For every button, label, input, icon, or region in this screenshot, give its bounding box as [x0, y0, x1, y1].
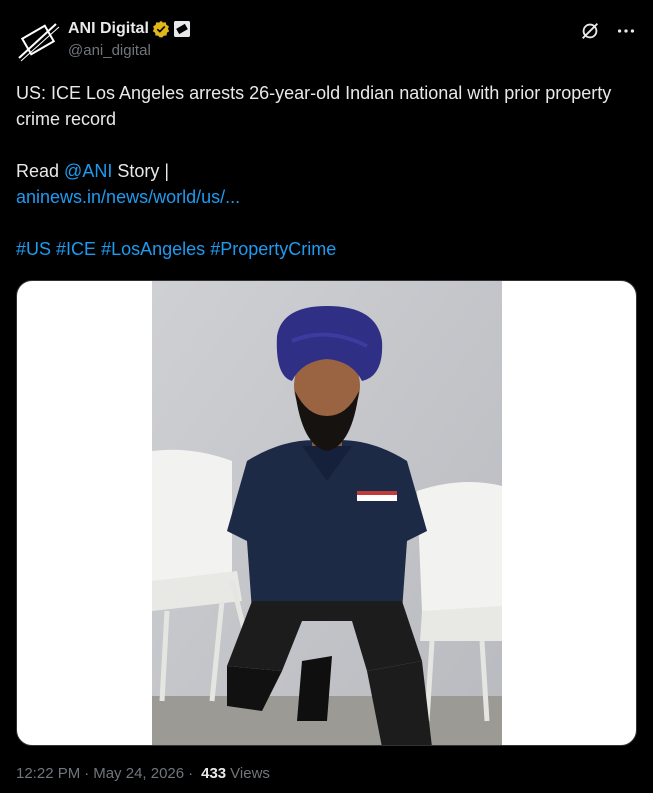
affiliate-logo-icon [173, 21, 190, 37]
hashtags: #US #ICE #LosAngeles #PropertyCrime [16, 236, 636, 262]
hashtag-propertycrime[interactable]: #PropertyCrime [210, 239, 336, 259]
meta-separator: · [188, 765, 194, 782]
author-info: ANI Digital @ani_digital [68, 19, 190, 59]
tweet-meta: 12:22 PM · May 24, 2026 · 433 Views [16, 765, 270, 782]
ani-logo-icon [16, 18, 60, 62]
verified-badge-icon[interactable] [152, 20, 170, 38]
photo-illustration [152, 281, 502, 745]
mention-link[interactable]: @ANI [64, 161, 112, 181]
hashtag-ice[interactable]: #ICE [56, 239, 96, 259]
tweet-text: US: ICE Los Angeles arrests 26-year-old … [16, 80, 636, 262]
views-label: Views [230, 765, 270, 782]
hashtag-us[interactable]: #US [16, 239, 51, 259]
affiliate-badge-icon[interactable] [173, 21, 190, 37]
display-name[interactable]: ANI Digital [68, 20, 149, 38]
article-link[interactable]: aninews.in/news/world/us/... [16, 187, 240, 207]
avatar[interactable] [16, 18, 60, 62]
tweet-photo[interactable] [152, 281, 502, 745]
tweet-header: ANI Digital @ani_digital [16, 16, 637, 64]
views-count[interactable]: 433 [201, 765, 226, 782]
handle[interactable]: @ani_digital [68, 42, 190, 59]
tweet-time[interactable]: 12:22 PM [16, 765, 80, 782]
media-container[interactable] [16, 280, 637, 746]
meta-separator: · [84, 765, 90, 782]
hashtag-losangeles[interactable]: #LosAngeles [101, 239, 205, 259]
tweet-headline: US: ICE Los Angeles arrests 26-year-old … [16, 83, 612, 129]
more-icon[interactable] [615, 20, 637, 42]
grok-icon[interactable] [579, 20, 601, 42]
read-line: Read @ANI Story | [16, 158, 636, 184]
tweet-date[interactable]: May 24, 2026 [93, 765, 184, 782]
read-suffix: Story | [112, 161, 170, 181]
read-prefix: Read [16, 161, 65, 181]
